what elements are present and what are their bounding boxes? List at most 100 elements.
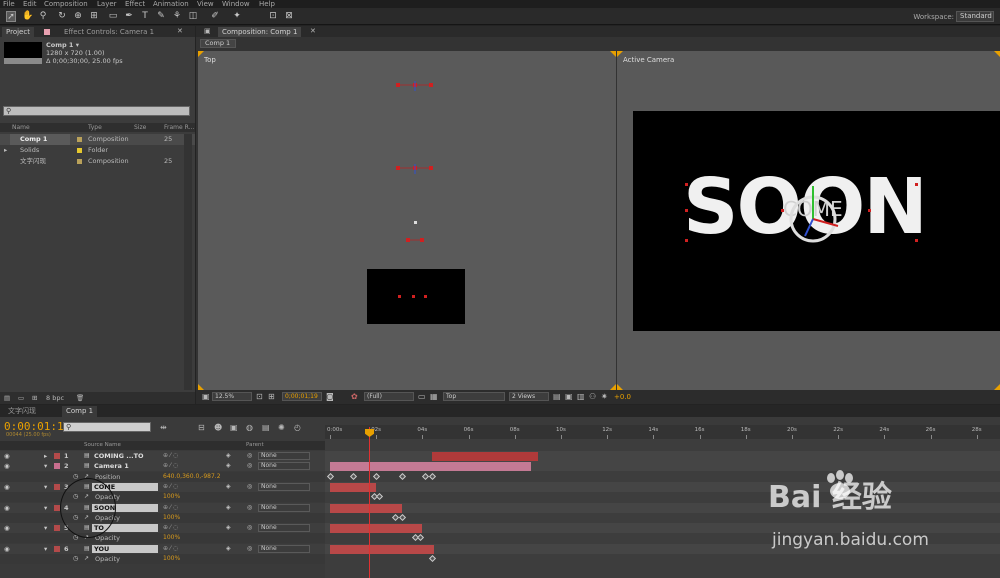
keyframe-icon[interactable] <box>373 472 381 480</box>
puppet-tool-icon[interactable]: ✦ <box>232 11 242 22</box>
parent-select[interactable]: None <box>258 503 310 512</box>
comp-mini-flowchart-icon[interactable]: ⇹ <box>160 423 167 432</box>
property-value[interactable]: 100% <box>163 533 180 543</box>
col-frame-rate[interactable]: Frame R... <box>164 124 194 131</box>
time-ruler[interactable]: 0:00s 02s 04s 06s 08s 10s 12s 14s 16s 18s 20s 22s 24… <box>325 425 1000 439</box>
eye-icon[interactable]: ◉ <box>4 503 10 513</box>
col-size[interactable]: Size <box>134 124 146 131</box>
layer-switches[interactable]: ⊕ ⁄ ◌ <box>163 544 178 554</box>
pickwhip-icon[interactable]: ◎ <box>247 523 252 533</box>
view-layout-select[interactable]: 2 Views <box>509 392 549 401</box>
expand-arrow-icon[interactable]: ▾ <box>44 482 47 492</box>
menu-effect[interactable]: Effect <box>125 0 145 8</box>
keyframe-icon[interactable] <box>350 472 358 480</box>
workspace-select[interactable]: Standard <box>956 11 994 22</box>
project-row[interactable]: Comp 1 Composition 25 <box>0 134 195 145</box>
col-type[interactable]: Type <box>88 124 102 131</box>
layer-row[interactable]: ◉ ▾ 2 ▤ Camera 1 ⊕ ⁄ ◌ ◈ ◎ None <box>0 461 325 472</box>
parent-select[interactable]: None <box>258 544 310 553</box>
flowchart-icon[interactable]: ⚇ <box>589 392 596 401</box>
menu-animation[interactable]: Animation <box>153 0 189 8</box>
expand-arrow-icon[interactable]: ▸ <box>4 145 7 156</box>
pickwhip-icon[interactable]: ◎ <box>247 503 252 513</box>
frame-blend-icon[interactable]: ▣ <box>230 423 238 432</box>
current-time-field[interactable]: 0;00;01;19 <box>282 392 322 401</box>
property-row[interactable]: ◷ ↗ Position 640.0,360.0,-987.2 <box>0 471 325 482</box>
draft-3d-icon[interactable]: ⊟ <box>198 423 205 432</box>
new-comp-icon[interactable]: ⊞ <box>32 392 37 404</box>
layer-label-swatch[interactable] <box>54 545 60 552</box>
layer-label-swatch[interactable] <box>54 483 60 490</box>
axis-mode-icon[interactable]: ⊡ <box>268 11 278 22</box>
layer-row[interactable]: ◉ ▾ 4 ▤ SOON ⊕ ⁄ ◌ ◈ ◎ None <box>0 502 325 513</box>
project-row[interactable]: 文字闪现 Composition 25 <box>0 156 195 167</box>
menu-edit[interactable]: Edit <box>23 0 37 8</box>
selection-tool-icon[interactable]: ➚ <box>6 11 16 22</box>
pen-tool-icon[interactable]: ✒ <box>124 11 134 22</box>
tab-project[interactable]: Project <box>2 27 34 37</box>
layer-label-swatch[interactable] <box>54 463 60 470</box>
brush-tool-icon[interactable]: ✎ <box>156 11 166 22</box>
fast-preview-icon[interactable]: ▣ <box>565 392 573 401</box>
grid-icon[interactable]: ⊞ <box>268 392 275 401</box>
zoom-tool-icon[interactable]: ⚲ <box>38 11 48 22</box>
property-value[interactable]: 640.0,360.0,-987.2 <box>163 472 221 482</box>
timeline-icon[interactable]: ▥ <box>577 392 585 401</box>
property-value[interactable]: 100% <box>163 492 180 502</box>
eraser-tool-icon[interactable]: ◫ <box>188 11 198 22</box>
timer-icon[interactable]: ◴ <box>294 423 301 432</box>
menu-view[interactable]: View <box>197 0 214 8</box>
zoom-select[interactable]: 12.5% <box>212 392 252 401</box>
project-scrollbar[interactable] <box>184 134 192 390</box>
parent-select[interactable]: None <box>258 452 310 460</box>
3d-view-select[interactable]: Top <box>443 392 505 401</box>
menu-help[interactable]: Help <box>259 0 275 8</box>
eye-icon[interactable]: ◉ <box>4 461 10 471</box>
graph-icon[interactable]: ↗ <box>84 554 89 564</box>
parent-select[interactable]: None <box>258 482 310 491</box>
transparency-grid-icon[interactable]: ▦ <box>430 392 438 401</box>
layer-switches[interactable]: ⊕ ⁄ ◌ <box>163 503 178 513</box>
snapshot-icon[interactable]: ◙ <box>326 392 334 401</box>
roi-icon[interactable]: ▭ <box>418 392 426 401</box>
top-viewport[interactable]: Top <box>198 51 616 390</box>
parent-select[interactable]: None <box>258 462 310 471</box>
layer-switches[interactable]: ⊕ ⁄ ◌ <box>163 482 178 492</box>
layer-row[interactable]: ◉ ▾ 5 ▤ TO ⊕ ⁄ ◌ ◈ ◎ None <box>0 523 325 534</box>
col-name[interactable]: Name <box>12 124 30 131</box>
property-row[interactable]: ◷ ↗ Opacity 100% <box>0 533 325 544</box>
keyframe-icon[interactable] <box>375 493 383 501</box>
layer-duration-bar[interactable] <box>330 462 531 472</box>
pickwhip-icon[interactable]: ◎ <box>247 544 252 554</box>
current-time-indicator[interactable] <box>369 427 370 578</box>
bpc-label[interactable]: 8 bpc <box>46 392 64 404</box>
active-camera-viewport[interactable]: Active Camera SOON COME <box>617 51 1000 390</box>
eye-icon[interactable]: ◉ <box>4 544 10 554</box>
panel-close-icon[interactable]: ✕ <box>177 27 183 35</box>
keyframe-icon[interactable] <box>391 513 399 521</box>
shy-icon[interactable]: ☻ <box>214 423 222 432</box>
col-source-name[interactable]: Source Name <box>84 442 121 448</box>
rotate-tool-icon[interactable]: ↻ <box>57 11 67 22</box>
exposure-icon[interactable]: ✷ <box>601 392 608 401</box>
tab-timeline-comp1[interactable]: Comp 1 <box>62 406 98 417</box>
expand-arrow-icon[interactable]: ▾ <box>44 461 47 471</box>
3d-layer-icon[interactable]: ◈ <box>226 523 231 533</box>
project-search-input[interactable]: ⚲ <box>3 106 190 116</box>
menu-window[interactable]: Window <box>222 0 250 8</box>
3d-layer-icon[interactable]: ◈ <box>226 461 231 471</box>
property-row[interactable]: ◷ ↗ Opacity 100% <box>0 554 325 564</box>
menu-layer[interactable]: Layer <box>97 0 117 8</box>
3d-layer-icon[interactable]: ◈ <box>226 451 231 461</box>
keyframe-icon[interactable] <box>428 554 436 563</box>
stopwatch-icon[interactable]: ◷ <box>73 554 78 564</box>
hand-tool-icon[interactable]: ✋ <box>22 11 33 22</box>
tab-effect-controls[interactable]: Effect Controls: Camera 1 <box>60 27 158 37</box>
channel-icon[interactable]: ✿ <box>351 392 358 401</box>
layer-name[interactable]: COMING ...TO YOU <box>92 452 158 468</box>
tab-composition[interactable]: Composition: Comp 1 <box>218 27 302 37</box>
layer-duration-bar[interactable] <box>330 544 434 554</box>
expand-arrow-icon[interactable]: ▾ <box>44 523 47 533</box>
trash-icon[interactable]: 🗑 <box>76 392 84 404</box>
timeline-tracks[interactable]: 0:00s 02s 04s 06s 08s 10s 12s 14s 16s 18s 20s 22s 24… <box>325 425 1000 578</box>
